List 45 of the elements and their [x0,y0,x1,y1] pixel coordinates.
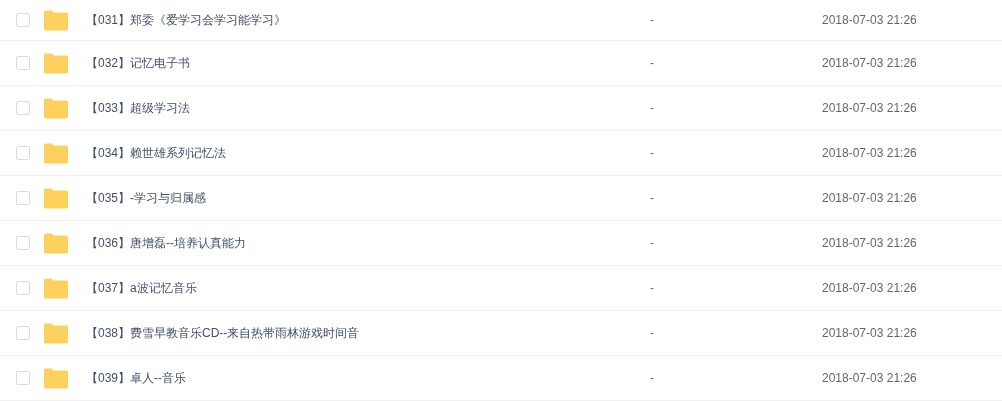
file-size: - [650,325,655,342]
folder-icon [43,277,69,299]
modified-time: 2018-07-03 21:26 [822,12,917,29]
modified-time: 2018-07-03 21:26 [822,370,917,387]
file-size: - [650,55,655,72]
checkbox[interactable] [16,101,30,115]
checkbox[interactable] [16,326,30,340]
folder-icon [43,187,69,209]
folder-name[interactable]: 【037】a波记忆音乐 [86,279,646,297]
folder-icon [43,322,69,344]
file-size: - [650,145,655,162]
file-size: - [650,370,655,387]
checkbox[interactable] [16,146,30,160]
modified-time: 2018-07-03 21:26 [822,235,917,252]
file-size: - [650,190,655,207]
file-size: - [650,235,655,252]
folder-icon [43,9,69,31]
checkbox[interactable] [16,13,30,27]
file-size: - [650,12,655,29]
folder-icon [43,232,69,254]
file-size: - [650,280,655,297]
folder-name[interactable]: 【035】-学习与归属感 [86,189,646,207]
modified-time: 2018-07-03 21:26 [822,325,917,342]
modified-time: 2018-07-03 21:26 [822,55,917,72]
folder-name[interactable]: 【031】郑委《爱学习会学习能学习》 [86,11,646,29]
folder-name[interactable]: 【039】卓人--音乐 [86,369,646,387]
checkbox[interactable] [16,281,30,295]
folder-name[interactable]: 【034】赖世雄系列记忆法 [86,144,646,162]
file-size: - [650,100,655,117]
folder-icon [43,367,69,389]
checkbox[interactable] [16,56,30,70]
folder-icon [43,97,69,119]
modified-time: 2018-07-03 21:26 [822,100,917,117]
folder-name[interactable]: 【036】唐增磊--培养认真能力 [86,234,646,252]
folder-icon [43,52,69,74]
folder-icon [43,142,69,164]
modified-time: 2018-07-03 21:26 [822,280,917,297]
folder-name[interactable]: 【033】超级学习法 [86,99,646,117]
folder-name[interactable]: 【032】记忆电子书 [86,54,646,72]
checkbox[interactable] [16,191,30,205]
modified-time: 2018-07-03 21:26 [822,190,917,207]
checkbox[interactable] [16,236,30,250]
checkbox[interactable] [16,371,30,385]
folder-name[interactable]: 【038】费雪早教音乐CD--来自热带雨林游戏时间音 [86,324,646,342]
modified-time: 2018-07-03 21:26 [822,145,917,162]
